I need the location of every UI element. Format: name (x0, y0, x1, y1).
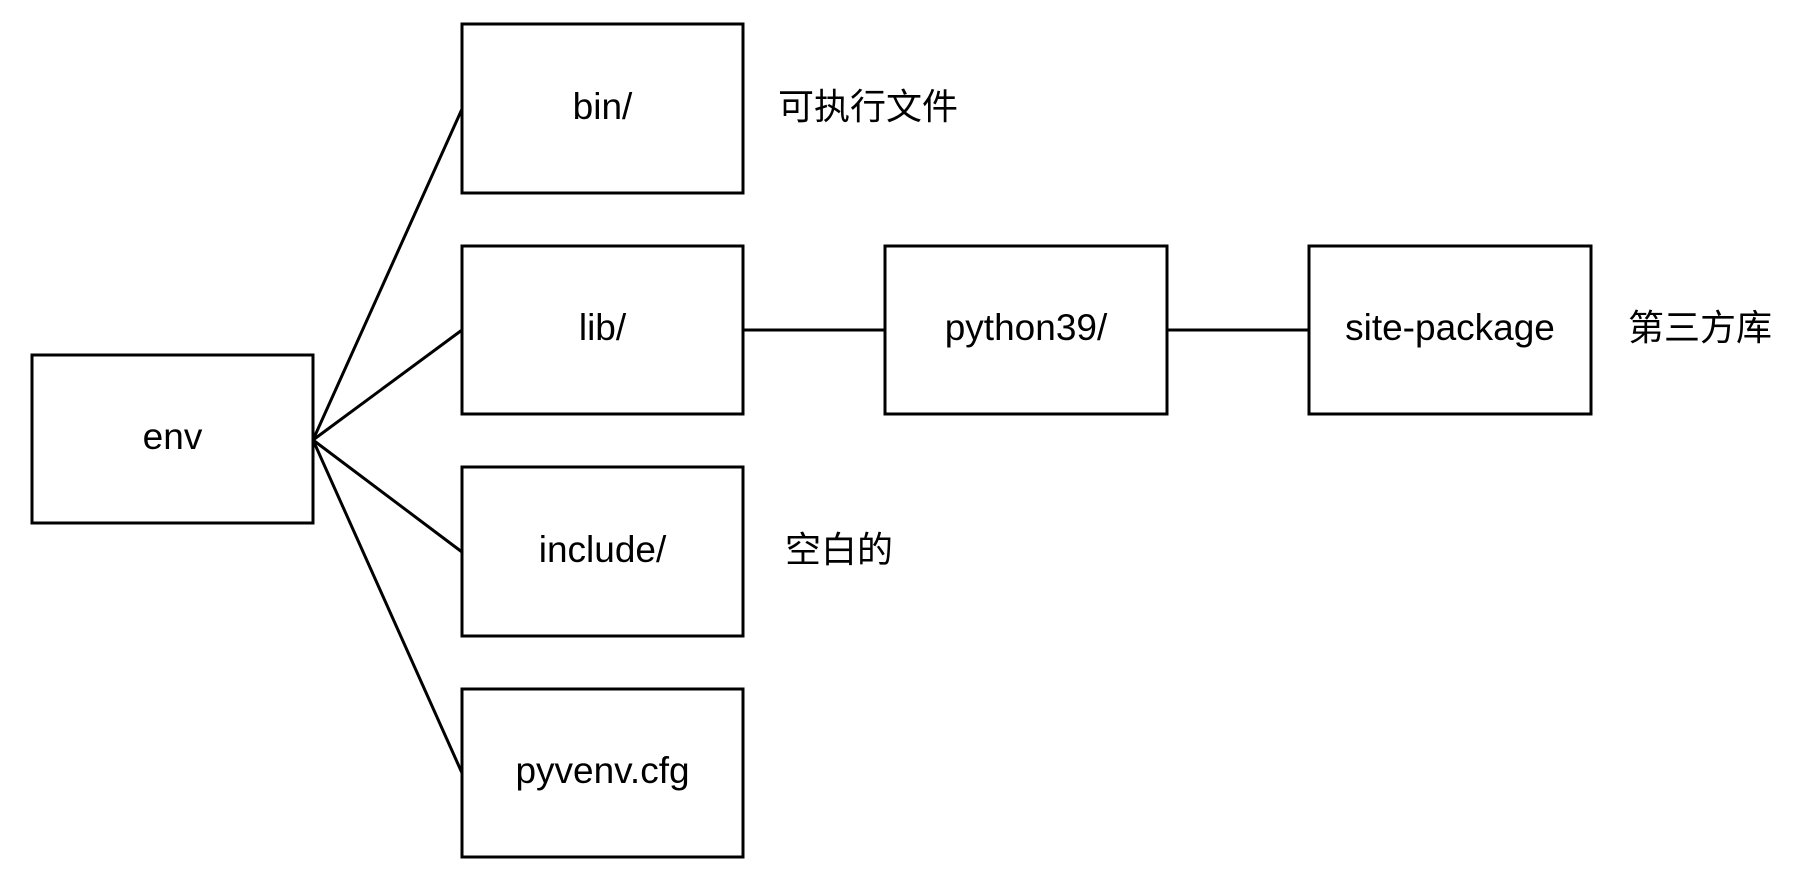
edge-env-pyvenv (311, 439, 464, 774)
node-python39: python39/ (883, 244, 1169, 416)
edge-env-bin (311, 108, 464, 441)
directory-tree-diagram: env bin/ lib/ include/ pyvenv.cfg python… (30, 22, 1772, 859)
note-bin: 可执行文件 (778, 87, 958, 128)
node-site-package: site-package (1307, 244, 1593, 416)
edges (311, 108, 1309, 774)
node-site-package-label: site-package (1345, 307, 1555, 348)
node-env-label: env (143, 416, 203, 457)
node-lib: lib/ (460, 244, 745, 416)
node-bin-label: bin/ (573, 86, 633, 127)
node-pyvenv: pyvenv.cfg (460, 687, 745, 859)
note-site-package: 第三方库 (1628, 308, 1772, 349)
node-env: env (30, 353, 315, 525)
node-python39-label: python39/ (945, 307, 1108, 348)
note-include: 空白的 (785, 530, 893, 571)
node-include: include/ (460, 465, 745, 638)
node-bin: bin/ (460, 22, 745, 195)
edge-env-lib (312, 328, 463, 442)
node-include-label: include/ (539, 529, 667, 570)
node-lib-label: lib/ (579, 307, 627, 348)
edge-env-include (312, 438, 463, 554)
node-pyvenv-label: pyvenv.cfg (515, 750, 689, 791)
